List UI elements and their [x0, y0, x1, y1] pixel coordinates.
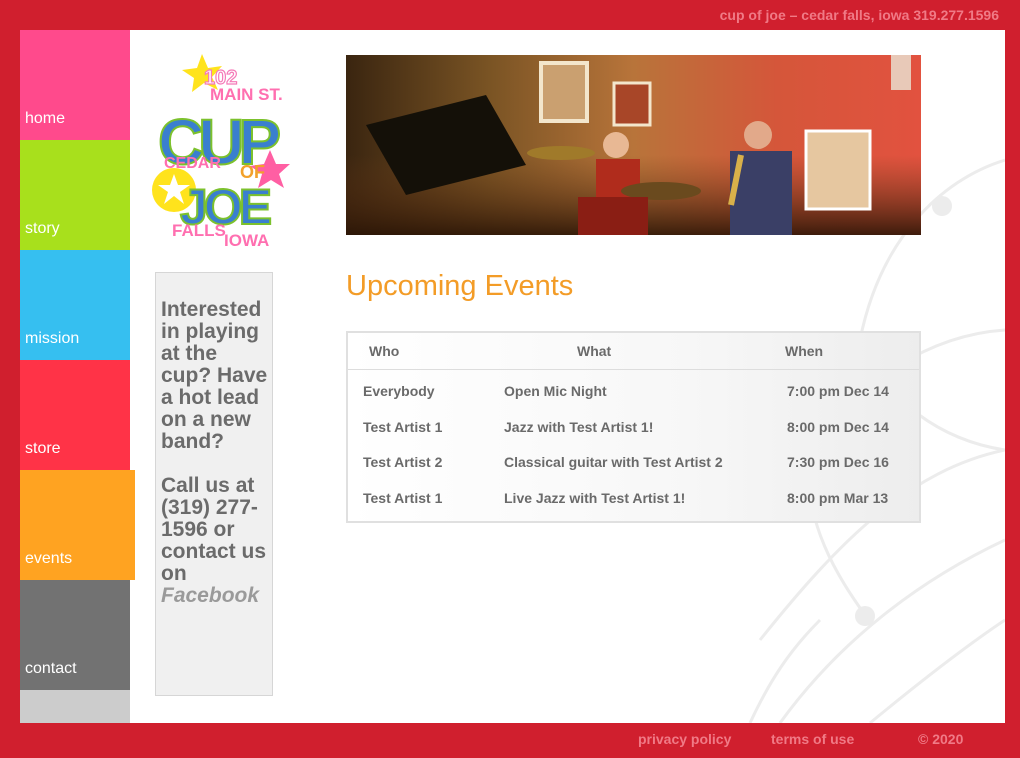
booking-promo: Interested in playing at the cup? Have a… — [155, 272, 273, 696]
column-header-who: Who — [369, 343, 400, 359]
main-nav: home story mission store events contact — [20, 30, 135, 723]
event-what: Jazz with Test Artist 1! — [504, 419, 654, 435]
table-row: Everybody Open Mic Night 7:00 pm Dec 14 — [348, 375, 919, 405]
nav-item-label: store — [25, 440, 61, 457]
nav-item-label: mission — [25, 330, 80, 347]
event-when: 7:00 pm Dec 14 — [787, 383, 889, 399]
logo-city1: CEDAR — [164, 155, 221, 172]
table-row: Test Artist 1 Live Jazz with Test Artist… — [348, 482, 919, 512]
site-tagline: cup of joe – cedar falls, iowa 319.277.1… — [719, 7, 999, 23]
promo-question: Interested in playing at the cup? Have a… — [161, 298, 268, 453]
page-frame: home story mission store events contact … — [20, 30, 1005, 723]
column-header-what: What — [577, 343, 612, 359]
footer: privacy policy terms of use © 2020 — [0, 723, 1020, 758]
nav-item-home[interactable]: home — [20, 30, 130, 140]
table-row: Test Artist 2 Classical guitar with Test… — [348, 446, 919, 476]
logo-street: MAIN ST. — [210, 85, 283, 104]
logo-city2: FALLS — [172, 221, 226, 240]
event-what: Open Mic Night — [504, 383, 607, 399]
events-table-header: Who What When — [348, 333, 919, 370]
nav-item-contact[interactable]: contact — [20, 580, 130, 690]
nav-item-story[interactable]: story — [20, 140, 130, 250]
top-bar: cup of joe – cedar falls, iowa 319.277.1… — [0, 0, 1020, 30]
nav-item-label: home — [25, 110, 66, 127]
nav-item-label: events — [25, 550, 73, 567]
promo-call-text: Call us at (319) 277-1596 or contact us … — [161, 474, 267, 585]
nav-item-label: contact — [25, 660, 77, 677]
facebook-link[interactable]: Facebook — [161, 584, 259, 607]
event-what: Live Jazz with Test Artist 1! — [504, 490, 686, 506]
hero-photo-jazz-band — [346, 55, 921, 235]
nav-item-label: story — [25, 220, 60, 237]
event-when: 8:00 pm Dec 14 — [787, 419, 889, 435]
nav-item-events[interactable]: events — [20, 470, 135, 580]
logo-state: IOWA — [224, 231, 269, 250]
event-when: 7:30 pm Dec 16 — [787, 454, 889, 470]
cup-of-joe-logo[interactable]: 102 MAIN ST. CUP CEDAR OF JOE FALLS IOWA — [152, 54, 290, 250]
event-who: Test Artist 1 — [363, 419, 443, 435]
page-title: Upcoming Events — [346, 270, 574, 302]
copyright-text: © 2020 — [918, 731, 964, 747]
nav-item-store[interactable]: store — [20, 360, 130, 470]
event-what: Classical guitar with Test Artist 2 — [504, 454, 723, 470]
event-who: Everybody — [363, 383, 435, 399]
events-table: Who What When Everybody Open Mic Night 7… — [346, 331, 921, 523]
column-header-when: When — [785, 343, 824, 359]
event-who: Test Artist 1 — [363, 490, 443, 506]
event-when: 8:00 pm Mar 13 — [787, 490, 889, 506]
table-row: Test Artist 1 Jazz with Test Artist 1! 8… — [348, 411, 919, 441]
event-who: Test Artist 2 — [363, 454, 443, 470]
nav-item-mission[interactable]: mission — [20, 250, 130, 360]
terms-of-use-link[interactable]: terms of use — [771, 731, 854, 747]
privacy-policy-link[interactable]: privacy policy — [638, 731, 731, 747]
